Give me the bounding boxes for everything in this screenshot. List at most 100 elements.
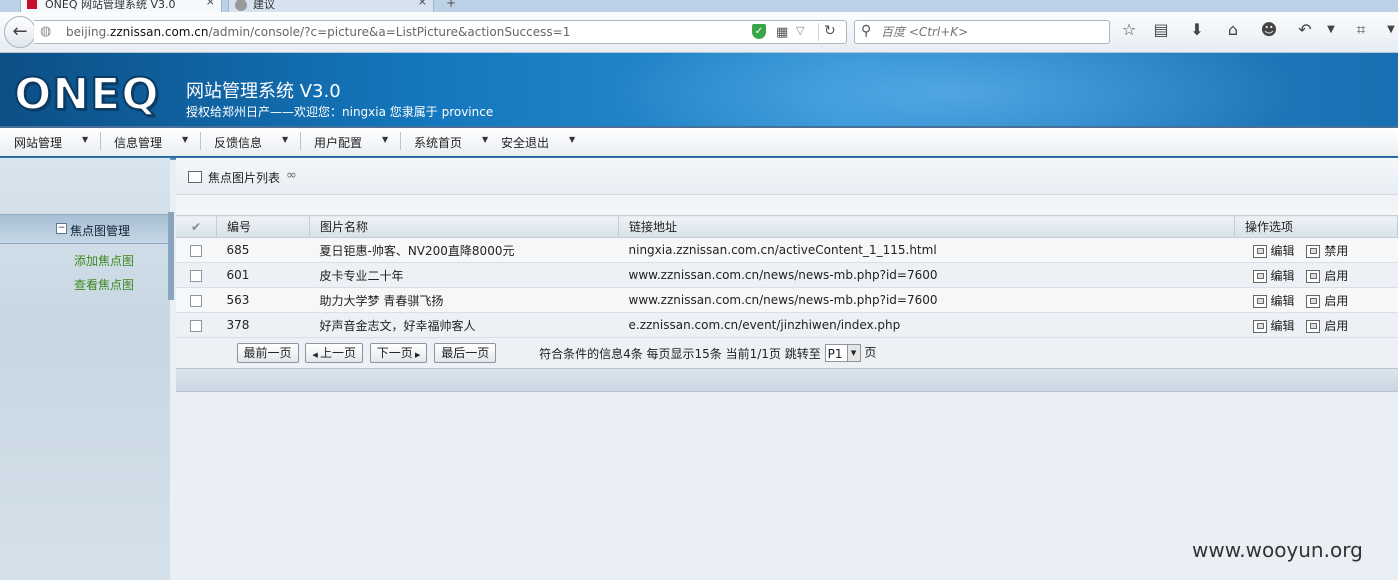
- header-glow: [600, 53, 1300, 126]
- table-row: 601 皮卡专业二十年 www.zznissan.com.cn/news/new…: [176, 262, 1398, 288]
- home-icon[interactable]: ⌂: [1222, 20, 1244, 39]
- next-page-button[interactable]: 下一页 ▶: [369, 343, 428, 363]
- edit-link[interactable]: 编辑: [1271, 319, 1295, 333]
- column-header-name: 图片名称: [309, 215, 619, 238]
- sidebar: − 焦点图管理 添加焦点图 查看焦点图: [0, 158, 174, 580]
- cell-url: ningxia.zznissan.com.cn/activeContent_1_…: [618, 237, 1235, 263]
- undo-icon[interactable]: ↶: [1294, 20, 1316, 39]
- disable-link[interactable]: 禁用: [1324, 244, 1348, 258]
- close-tab-icon[interactable]: ×: [206, 0, 215, 8]
- browser-tab-active[interactable]: ONEQ 网站管理系统 V3.0 ×: [20, 0, 222, 12]
- cell-url: www.zznissan.com.cn/news/news-mb.php?id=…: [618, 287, 1235, 313]
- cell-ops: 编辑 禁用: [1234, 237, 1398, 263]
- cell-ops: 编辑 启用: [1234, 312, 1398, 338]
- prev-page-label: 上一页: [319, 346, 356, 360]
- edit-link[interactable]: 编辑: [1271, 294, 1295, 308]
- browser-tab[interactable]: 建议 ×: [228, 0, 434, 12]
- chat-icon[interactable]: ☻: [1258, 20, 1280, 39]
- enable-link[interactable]: 启用: [1324, 294, 1348, 308]
- url-prefix: beijing.: [66, 25, 111, 39]
- close-tab-icon[interactable]: ×: [418, 0, 427, 8]
- chevron-down-icon[interactable]: ▼: [82, 135, 88, 144]
- divider: [300, 132, 301, 150]
- sidebar-section-header[interactable]: − 焦点图管理: [0, 214, 168, 244]
- browser-tabstrip: ONEQ 网站管理系统 V3.0 × 建议 × +: [0, 0, 1398, 12]
- panel-title: 焦点图片列表: [208, 171, 281, 185]
- tab-title: ONEQ 网站管理系统 V3.0: [45, 0, 176, 11]
- edit-link[interactable]: 编辑: [1271, 269, 1295, 283]
- toggle-icon[interactable]: [1306, 244, 1321, 258]
- back-button[interactable]: ←: [4, 16, 36, 48]
- row-checkbox[interactable]: [190, 244, 203, 257]
- menu-user-config[interactable]: 用户配置: [314, 134, 362, 151]
- table-row: 563 助力大学梦 青春骐飞扬 www.zznissan.com.cn/news…: [176, 287, 1398, 313]
- select-all-header[interactable]: ✔: [176, 215, 217, 238]
- row-select-cell: [176, 287, 217, 313]
- chevron-down-icon[interactable]: ▼: [182, 135, 188, 144]
- edit-icon[interactable]: [1252, 244, 1267, 258]
- menu-system-home[interactable]: 系统首页: [414, 134, 462, 151]
- chevron-down-icon[interactable]: ▼: [482, 135, 488, 144]
- column-header-id: 编号: [216, 215, 310, 238]
- row-checkbox[interactable]: [190, 269, 203, 282]
- cell-name: 夏日钜惠-帅客、NV200直降8000元: [309, 237, 619, 263]
- enable-link[interactable]: 启用: [1324, 269, 1348, 283]
- chevron-down-icon[interactable]: ▼: [569, 135, 575, 144]
- download-icon[interactable]: ⬇: [1186, 20, 1208, 39]
- sidebar-item-view-focus-image[interactable]: 查看焦点图: [74, 276, 134, 293]
- security-shield-icon[interactable]: ✓: [752, 24, 766, 39]
- search-icon: ⚲: [861, 23, 872, 39]
- next-page-label: 下一页: [376, 346, 413, 360]
- cell-id: 378: [216, 312, 310, 338]
- table-row: 378 好声音金志文，好幸福帅客人 e.zznissan.com.cn/even…: [176, 312, 1398, 338]
- row-checkbox[interactable]: [190, 319, 203, 332]
- browser-navbar: ← ◍ beijing.zznissan.com.cn/admin/consol…: [0, 12, 1398, 53]
- edit-icon[interactable]: [1252, 319, 1267, 333]
- url-dropdown-icon[interactable]: ▽: [796, 24, 804, 37]
- column-header-ops: 操作选项: [1234, 215, 1398, 238]
- new-tab-button[interactable]: +: [446, 0, 456, 10]
- back-arrow-icon: ←: [12, 21, 28, 42]
- search-input[interactable]: [879, 23, 1103, 41]
- enable-link[interactable]: 启用: [1324, 319, 1348, 333]
- prev-page-button[interactable]: ◀ 上一页: [305, 343, 363, 363]
- dropdown-icon[interactable]: ▼: [1320, 24, 1342, 35]
- cell-name: 皮卡专业二十年: [309, 262, 619, 288]
- chevron-down-icon[interactable]: ▼: [846, 345, 860, 361]
- chevron-down-icon[interactable]: ▼: [282, 135, 288, 144]
- address-bar[interactable]: ◍ beijing.zznissan.com.cn/admin/console/…: [34, 20, 847, 44]
- edit-icon[interactable]: [1252, 269, 1267, 283]
- menu-info-management[interactable]: 信息管理: [114, 134, 162, 151]
- menu-feedback[interactable]: 反馈信息: [214, 134, 262, 151]
- crop-icon[interactable]: ⌗: [1350, 20, 1372, 40]
- cell-id: 601: [216, 262, 310, 288]
- menu-logout[interactable]: 安全退出: [501, 134, 549, 151]
- star-icon[interactable]: ☆: [1118, 20, 1140, 39]
- pager-row: 最前一页 ◀ 上一页 下一页 ▶ 最后一页 符合条件的信息4条 每页显示15条 …: [176, 337, 1398, 369]
- page-suffix: 页: [864, 345, 877, 360]
- row-checkbox[interactable]: [190, 294, 203, 307]
- list-icon: [188, 171, 202, 183]
- edit-icon[interactable]: [1252, 294, 1267, 308]
- app-header: ONEQ 网站管理系统 V3.0 授权给郑州日产——欢迎您：ningxia 您隶…: [0, 53, 1398, 126]
- reload-icon[interactable]: ↻: [824, 23, 836, 39]
- chevron-right-icon: ▶: [412, 351, 421, 359]
- menu-site-management[interactable]: 网站管理: [14, 134, 62, 151]
- qr-code-icon[interactable]: ▦: [776, 25, 788, 40]
- edit-link[interactable]: 编辑: [1271, 244, 1295, 258]
- url-text[interactable]: beijing.zznissan.com.cn/admin/console/?c…: [66, 25, 570, 39]
- overflow-icon[interactable]: ▼: [1380, 24, 1398, 35]
- toggle-icon[interactable]: [1306, 294, 1321, 308]
- pager-spacer: [176, 337, 217, 369]
- toggle-icon[interactable]: [1306, 269, 1321, 283]
- row-select-cell: [176, 312, 217, 338]
- sidebar-item-add-focus-image[interactable]: 添加焦点图: [74, 252, 134, 269]
- search-bar[interactable]: ⚲: [854, 20, 1110, 44]
- collapse-icon[interactable]: −: [56, 223, 67, 234]
- last-page-button[interactable]: 最后一页: [434, 343, 497, 363]
- reading-list-icon[interactable]: ▤: [1150, 20, 1172, 39]
- first-page-button[interactable]: 最前一页: [236, 343, 299, 363]
- toggle-icon[interactable]: [1306, 319, 1321, 333]
- chevron-down-icon[interactable]: ▼: [382, 135, 388, 144]
- page-select[interactable]: P1 ▼: [824, 344, 861, 362]
